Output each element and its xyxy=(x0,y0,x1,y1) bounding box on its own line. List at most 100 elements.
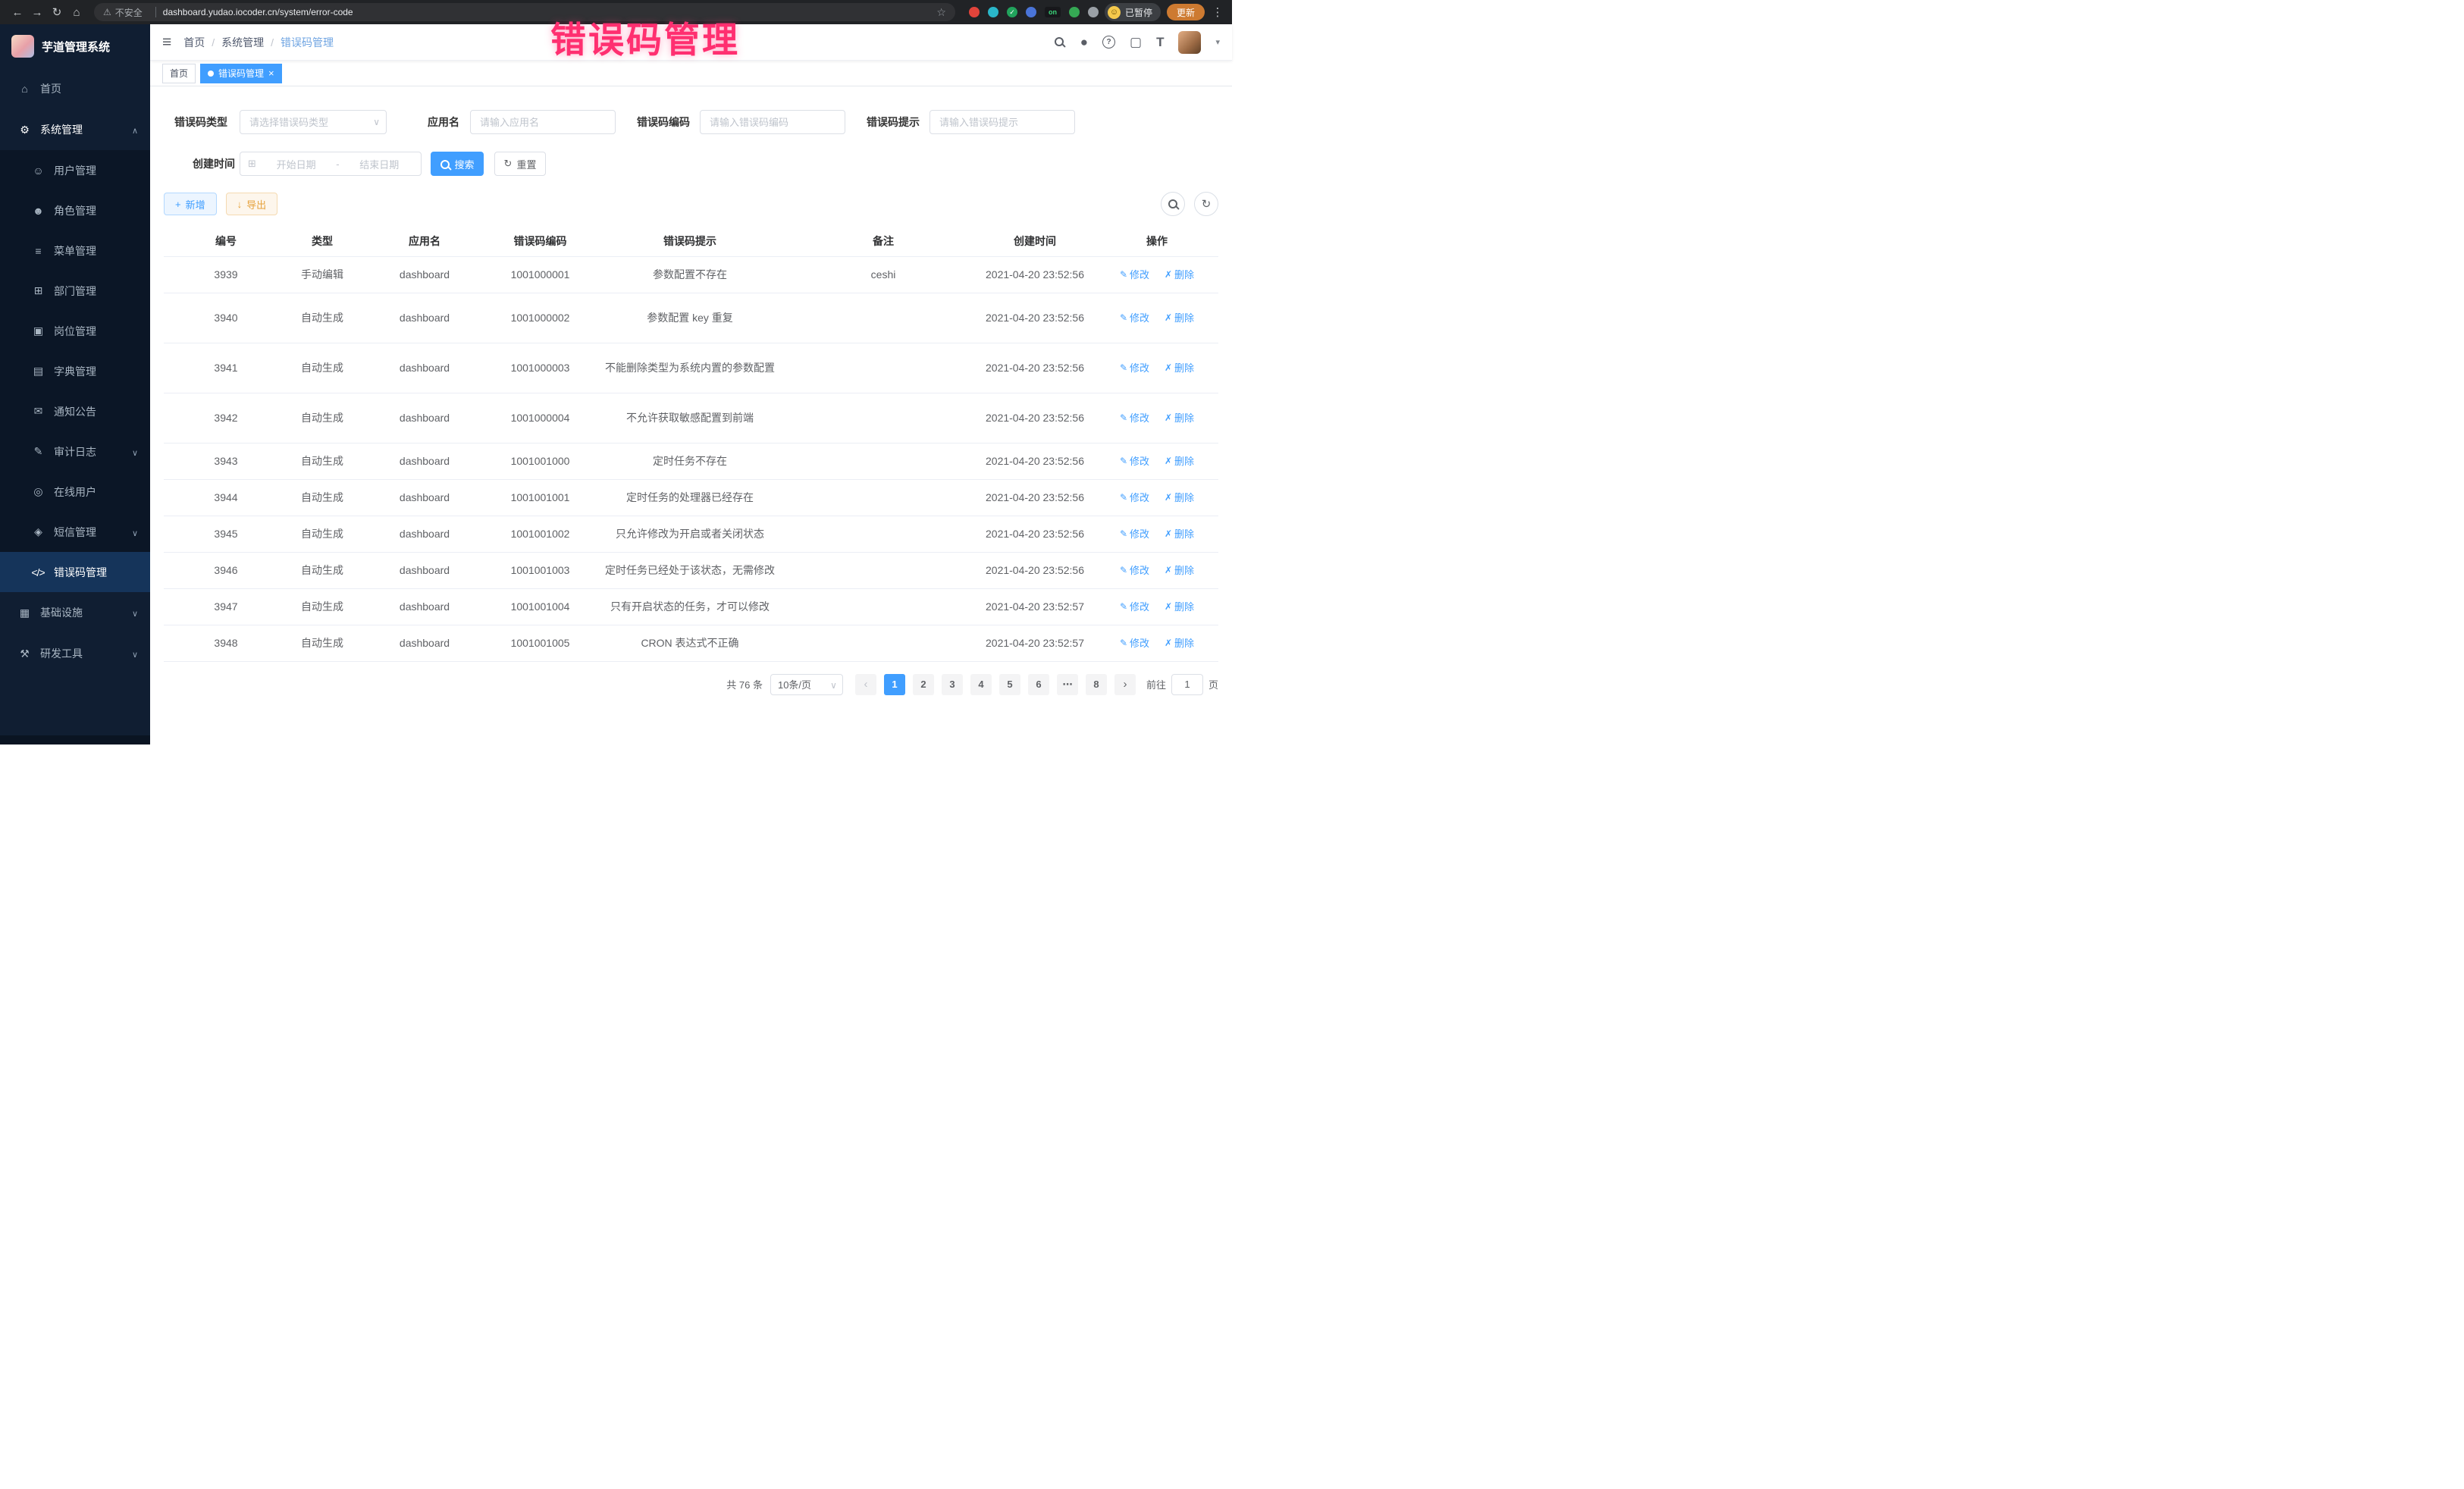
edit-link[interactable]: ✎ 修改 xyxy=(1120,453,1149,469)
breadcrumb-system[interactable]: 系统管理 xyxy=(221,35,264,50)
start-date-placeholder[interactable]: 开始日期 xyxy=(262,157,330,171)
cell-app: dashboard xyxy=(356,256,493,293)
sidebar-item-users[interactable]: ☺ 用户管理 xyxy=(0,150,150,190)
star-icon[interactable]: ☆ xyxy=(936,6,946,19)
update-button[interactable]: 更新 xyxy=(1167,4,1205,20)
check-icon[interactable]: ✓ xyxy=(1007,7,1017,17)
error-code-input[interactable] xyxy=(700,110,845,134)
close-icon[interactable]: × xyxy=(268,68,274,78)
leaf-extension-icon[interactable] xyxy=(1069,7,1080,17)
record-extension-icon[interactable] xyxy=(969,7,980,17)
sidebar-item-dev-tools[interactable]: ⚒ 研发工具 xyxy=(0,633,150,674)
date-range-picker[interactable]: ⊞ 开始日期 - 结束日期 xyxy=(240,152,422,176)
page-button[interactable]: 1 xyxy=(884,674,905,695)
sidebar-logo[interactable]: 芋道管理系统 xyxy=(0,24,150,68)
delete-link[interactable]: ✗ 删除 xyxy=(1165,635,1194,651)
refresh-icon[interactable]: ↻ xyxy=(1194,192,1218,216)
column-header: 编号 xyxy=(164,226,288,256)
edit-link[interactable]: ✎ 修改 xyxy=(1120,635,1149,651)
kebab-menu-icon[interactable]: ⋮ xyxy=(1211,5,1224,19)
edit-link[interactable]: ✎ 修改 xyxy=(1120,599,1149,615)
edit-link[interactable]: ✎ 修改 xyxy=(1120,490,1149,506)
sidebar-item-sms[interactable]: ◈ 短信管理 xyxy=(0,512,150,552)
font-size-icon[interactable]: T xyxy=(1156,35,1164,50)
page-button[interactable]: 2 xyxy=(913,674,934,695)
delete-link[interactable]: ✗ 删除 xyxy=(1165,490,1194,506)
end-date-placeholder[interactable]: 结束日期 xyxy=(346,157,413,171)
breadcrumb-home[interactable]: 首页 xyxy=(183,35,205,50)
goto-page-input[interactable] xyxy=(1171,674,1203,695)
delete-label: 删除 xyxy=(1174,635,1194,651)
sidebar-item-notices[interactable]: ✉ 通知公告 xyxy=(0,391,150,431)
delete-link[interactable]: ✗ 删除 xyxy=(1165,310,1194,326)
puzzle-icon[interactable] xyxy=(1088,7,1099,17)
help-icon[interactable]: ? xyxy=(1102,36,1115,49)
error-hint-input[interactable] xyxy=(929,110,1075,134)
edit-link[interactable]: ✎ 修改 xyxy=(1120,563,1149,578)
search-button[interactable]: 搜索 xyxy=(431,152,484,176)
fullscreen-icon[interactable]: ▢ xyxy=(1130,35,1142,50)
forward-icon[interactable]: → xyxy=(27,6,47,19)
sidebar-item-departments[interactable]: ⊞ 部门管理 xyxy=(0,271,150,311)
delete-link[interactable]: ✗ 删除 xyxy=(1165,453,1194,469)
page-button[interactable]: 6 xyxy=(1028,674,1049,695)
table-row: 3947 自动生成 dashboard 1001001004 只有开启状态的任务… xyxy=(164,588,1218,625)
page-button[interactable]: 8 xyxy=(1086,674,1107,695)
edit-link[interactable]: ✎ 修改 xyxy=(1120,526,1149,542)
show-search-button[interactable] xyxy=(1161,192,1185,216)
select-arrow-icon: ∨ xyxy=(830,675,837,696)
tab-error-code[interactable]: 错误码管理 × xyxy=(200,64,282,83)
sidebar-item-dictionaries[interactable]: ▤ 字典管理 xyxy=(0,351,150,391)
on-badge[interactable]: on xyxy=(1045,7,1061,17)
page-size-select[interactable]: 10条/页 ∨ xyxy=(770,674,843,695)
github-icon[interactable]: ● xyxy=(1080,35,1088,50)
sidebar-item-roles[interactable]: ☻ 角色管理 xyxy=(0,190,150,230)
cell-type: 自动生成 xyxy=(288,625,356,661)
browser-home-icon[interactable]: ⌂ xyxy=(67,6,86,19)
page-buttons: ‹ 1 2 3 4 5 6 ⋯ xyxy=(855,674,1136,695)
export-button[interactable]: ↓ 导出 xyxy=(226,193,278,215)
user-avatar[interactable] xyxy=(1178,31,1201,54)
edit-link[interactable]: ✎ 修改 xyxy=(1120,267,1149,283)
app-name-input[interactable] xyxy=(470,110,616,134)
error-type-input[interactable] xyxy=(240,110,387,134)
tab-label: 错误码管理 xyxy=(218,67,264,80)
page-button[interactable]: 4 xyxy=(970,674,992,695)
sidebar-item-online-users[interactable]: ◎ 在线用户 xyxy=(0,472,150,512)
browser-profile-chip[interactable]: ☺ 已暂停 xyxy=(1105,3,1161,21)
search-icon[interactable] xyxy=(1054,36,1066,49)
sidebar-item-audit-log[interactable]: ✎ 审计日志 xyxy=(0,431,150,472)
tab-home[interactable]: 首页 xyxy=(162,64,196,83)
delete-link[interactable]: ✗ 删除 xyxy=(1165,563,1194,578)
back-icon[interactable]: ← xyxy=(8,6,27,19)
sidebar-item-infrastructure[interactable]: ▦ 基础设施 xyxy=(0,592,150,633)
page-button[interactable]: 3 xyxy=(942,674,963,695)
colorpicker-extension-icon[interactable] xyxy=(988,7,998,17)
next-icon[interactable]: › xyxy=(1114,674,1136,695)
error-type-select[interactable]: ∨ xyxy=(240,110,387,134)
edit-link[interactable]: ✎ 修改 xyxy=(1120,410,1149,426)
address-bar[interactable]: ⚠ 不安全 dashboard.yudao.iocoder.cn/system/… xyxy=(94,3,955,21)
code-value: 1001001000 xyxy=(511,455,570,467)
delete-link[interactable]: ✗ 删除 xyxy=(1165,599,1194,615)
sidebar-item-posts[interactable]: ▣ 岗位管理 xyxy=(0,311,150,351)
delete-link[interactable]: ✗ 删除 xyxy=(1165,526,1194,542)
prev-icon[interactable]: ‹ xyxy=(855,674,876,695)
sidebar-item-system[interactable]: ⚙ 系统管理 xyxy=(0,109,150,150)
users-extension-icon[interactable] xyxy=(1026,7,1036,17)
hamburger-icon[interactable]: ≡ xyxy=(162,33,171,52)
edit-link[interactable]: ✎ 修改 xyxy=(1120,360,1149,376)
delete-link[interactable]: ✗ 删除 xyxy=(1165,410,1194,426)
caret-down-icon[interactable]: ▾ xyxy=(1215,37,1220,47)
sidebar-item-home[interactable]: ⌂ 首页 xyxy=(0,68,150,109)
reset-button[interactable]: ↻ 重置 xyxy=(494,152,546,176)
sidebar-item-error-code[interactable]: </> 错误码管理 xyxy=(0,552,150,592)
page-button[interactable]: 5 xyxy=(999,674,1020,695)
add-button[interactable]: + 新增 xyxy=(164,193,217,215)
sidebar-item-menus[interactable]: ≡ 菜单管理 xyxy=(0,230,150,271)
delete-link[interactable]: ✗ 删除 xyxy=(1165,267,1194,283)
page-button[interactable]: ⋯ xyxy=(1057,674,1078,695)
reload-icon[interactable]: ↻ xyxy=(47,5,67,19)
delete-link[interactable]: ✗ 删除 xyxy=(1165,360,1194,376)
edit-link[interactable]: ✎ 修改 xyxy=(1120,310,1149,326)
